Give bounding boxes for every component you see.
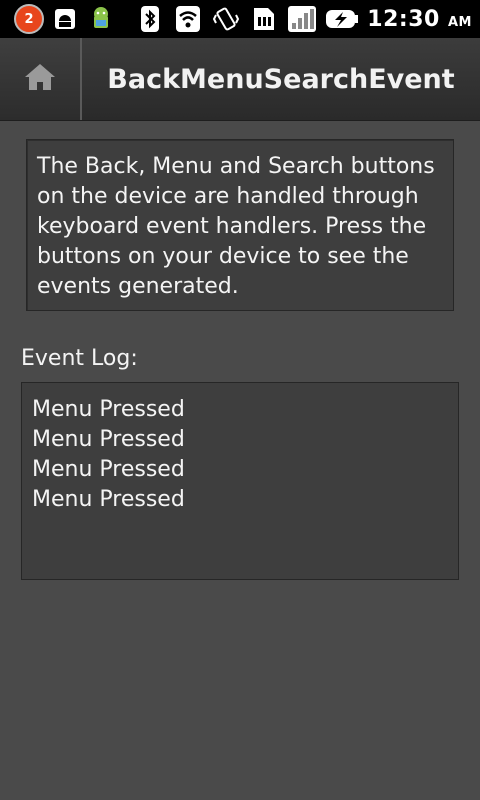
wifi-icon	[173, 5, 203, 33]
page-title: BackMenuSearchEvent	[107, 63, 455, 95]
signal-icon	[287, 5, 317, 33]
event-log-entry: Menu Pressed	[32, 457, 185, 482]
title-bar: BackMenuSearchEvent	[0, 38, 480, 121]
notification-badge-icon[interactable]: 2	[14, 4, 44, 34]
status-bar-left: 2	[0, 4, 116, 34]
android-icon	[50, 5, 80, 33]
status-bar-right: 12:30 AM	[135, 0, 472, 38]
sim-icon	[249, 5, 279, 33]
event-log-entry: Menu Pressed	[32, 427, 185, 452]
battery-icon	[325, 5, 359, 33]
home-icon	[23, 61, 57, 97]
event-log-entry: Menu Pressed	[32, 487, 185, 512]
clock: 12:30 AM	[367, 7, 472, 32]
bluetooth-icon	[135, 5, 165, 33]
home-button[interactable]	[0, 38, 82, 120]
event-log-label: Event Log:	[21, 346, 138, 371]
vibrate-icon	[211, 5, 241, 33]
event-log-entry: Menu Pressed	[32, 397, 185, 422]
notification-count: 2	[24, 11, 34, 27]
event-log[interactable]: Menu Pressed Menu Pressed Menu Pressed M…	[21, 382, 459, 580]
status-bar: 2 12:30 AM	[0, 0, 480, 38]
android-app-icon	[86, 5, 116, 33]
description-text: The Back, Menu and Search buttons on the…	[26, 139, 454, 311]
clock-ampm: AM	[448, 14, 472, 30]
clock-time: 12:30	[367, 6, 440, 32]
